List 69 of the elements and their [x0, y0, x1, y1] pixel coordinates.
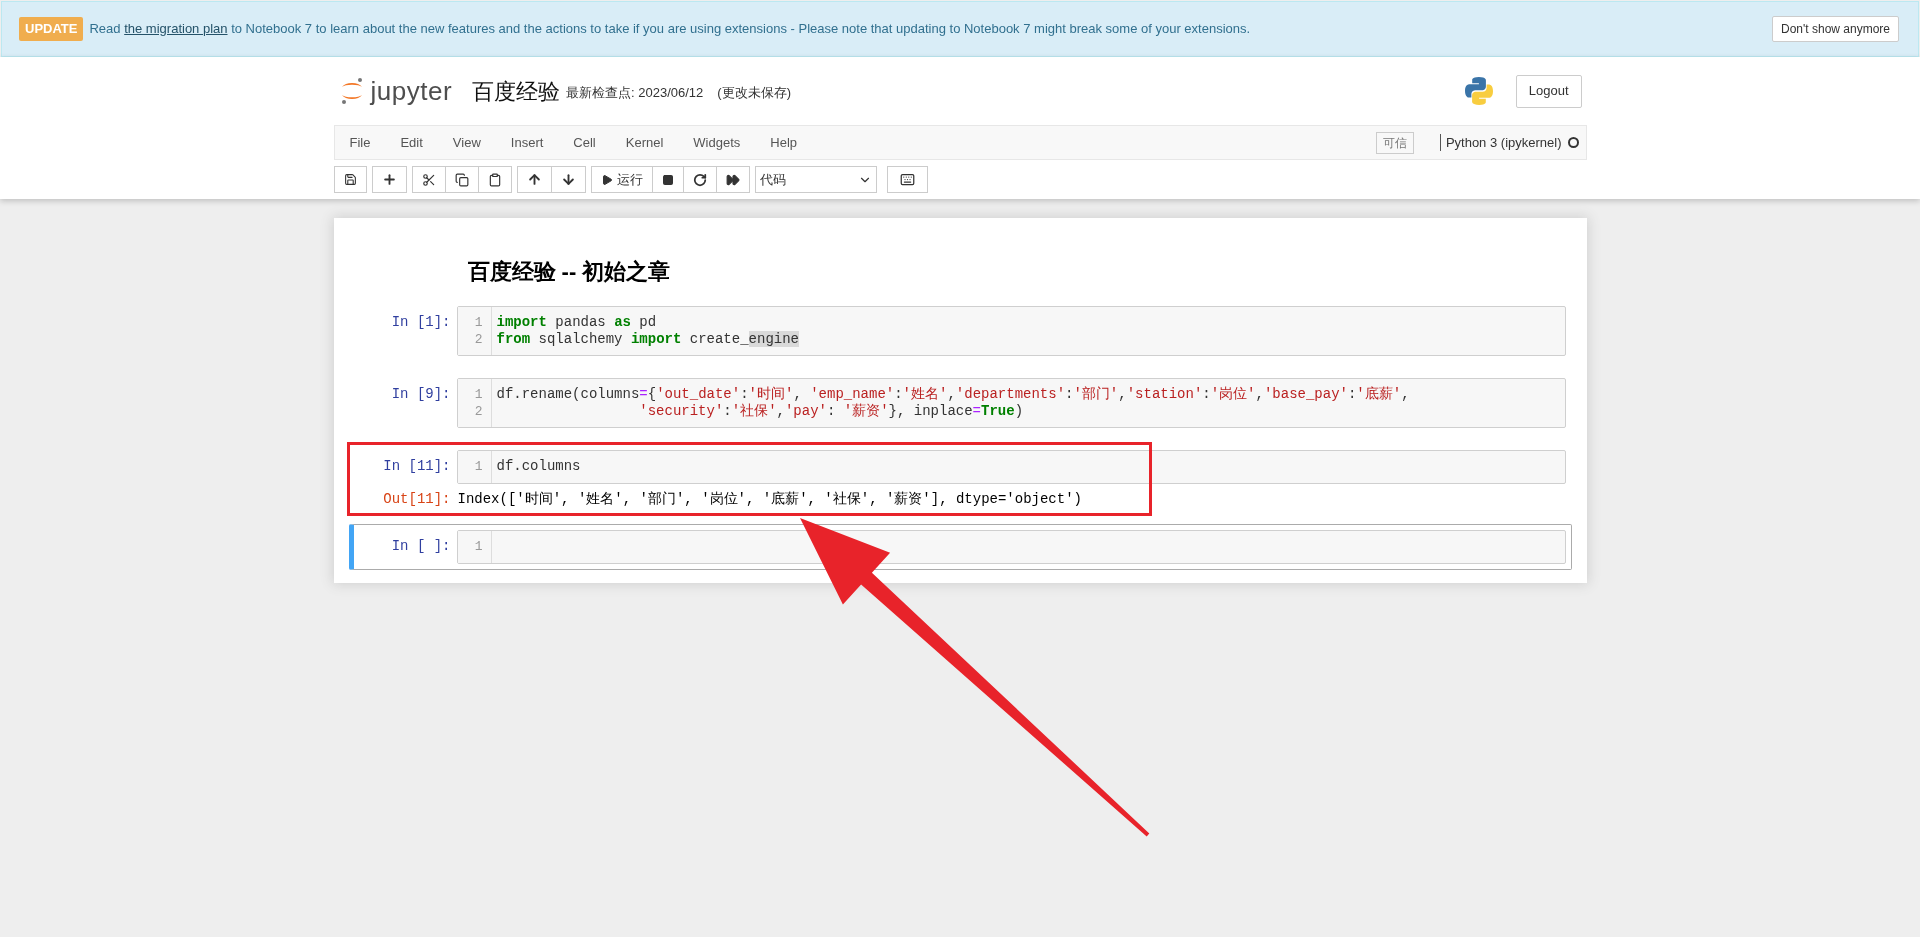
dismiss-button[interactable]: Don't show anymore: [1772, 16, 1899, 42]
menu-item[interactable]: Cell: [558, 126, 611, 159]
copy-button[interactable]: [444, 166, 479, 193]
menu-item[interactable]: Insert: [495, 126, 559, 159]
notebook-name[interactable]: 百度经验: [472, 74, 561, 108]
migration-link[interactable]: the migration plan: [124, 21, 228, 37]
input-prompt: In [ ]:: [390, 537, 452, 555]
keyboard-button[interactable]: [886, 166, 928, 193]
input-prompt: In [11]:: [382, 457, 452, 475]
input-prompt: In [9]:: [390, 385, 452, 403]
move-down-button[interactable]: [550, 166, 586, 193]
copy-icon: [454, 172, 469, 187]
line-number: 1: [473, 386, 484, 403]
kernel-name: Python 3 (ipykernel): [1439, 134, 1562, 151]
run-button[interactable]: 运行: [590, 166, 653, 193]
code-line: 'security':'社保','pay': '薪资'}, inplace=True): [639, 403, 1025, 420]
python-logo-icon: [1462, 75, 1495, 107]
run-all-button[interactable]: [715, 166, 750, 193]
save-icon: [343, 173, 357, 186]
line-number: 1: [473, 538, 484, 555]
menu-item[interactable]: Edit: [385, 126, 438, 159]
code-line: df.columns: [496, 458, 581, 475]
scissors-icon: [421, 172, 436, 187]
code-cell[interactable]: In [1]: 1 2 import pandas as pd from sqlalchemy import create_engine: [348, 300, 1572, 362]
play-icon: [600, 173, 613, 186]
save-status: (更改未保存): [717, 84, 791, 103]
menu-item[interactable]: File: [334, 126, 386, 159]
line-number: 1: [473, 314, 484, 331]
arrow-down-icon: [560, 172, 576, 187]
trusted-badge[interactable]: 可信: [1375, 131, 1414, 154]
cell-type-select[interactable]: 代码: [754, 166, 877, 193]
plus-icon: [381, 172, 397, 187]
code-line: from sqlalchemy import create_engine: [496, 331, 799, 348]
code-line: import pandas as pd: [496, 314, 658, 331]
update-message: Read the migration plan to Notebook 7 to learn about the new features and the actions to take if you are using extensions - Please note that updating to Notebook 7 might break some of your extensions.: [89, 20, 1251, 39]
notebook-title: 百度经验 -- 初始之章: [466, 258, 672, 286]
menu-item[interactable]: Widgets: [678, 126, 756, 159]
fast-forward-icon: [725, 172, 740, 187]
keyboard-icon: [899, 172, 915, 187]
restart-icon: [692, 172, 707, 187]
stop-button[interactable]: [651, 166, 684, 193]
code-cell[interactable]: In [9]: 1 2 df.rename(columns={'out_date':'时间', 'emp_name':'姓名','departments':'部门','station':'岗位','base_pay':'底薪', 'security':'社保','pay': '薪资'}, inplace=True): [348, 372, 1572, 434]
paste-button[interactable]: [477, 166, 512, 193]
code-line: df.rename(columns={'out_date':'时间', 'emp_name':'姓名','departments':'部门','station':'岗位','base_pay':'底薪',: [496, 386, 1410, 403]
line-number: 2: [473, 331, 484, 348]
code-cell[interactable]: In [ ]: 1: [348, 524, 1572, 570]
line-number: 2: [473, 403, 484, 420]
cut-button[interactable]: [411, 166, 446, 193]
update-badge: UPDATE: [19, 17, 84, 41]
code-input[interactable]: 1 df.columns: [456, 450, 1566, 484]
input-prompt: In [1]:: [390, 313, 452, 331]
menu-item[interactable]: Kernel: [610, 126, 679, 159]
line-number: 1: [473, 458, 484, 475]
move-up-button[interactable]: [516, 166, 552, 193]
menu-item[interactable]: View: [437, 126, 496, 159]
save-button[interactable]: [333, 166, 367, 193]
code-cell[interactable]: In [11]: 1 df.columns Out[11]: Index(['时间', '姓名', '部门', '岗位', '底薪', '社保', '薪资'], dtype='object'): [348, 444, 1572, 514]
logout-button[interactable]: Logout: [1515, 74, 1582, 108]
menu-item[interactable]: Help: [755, 126, 813, 159]
cell-output: Index(['时间', '姓名', '部门', '岗位', '底薪', '社保', '薪资'], dtype='object'): [456, 490, 1082, 508]
code-input[interactable]: 1 2 import pandas as pd from sqlalchemy import create_engine: [456, 306, 1566, 356]
stop-icon: [661, 173, 674, 186]
checkpoint-status: 最新检查点: 2023/06/12: [566, 84, 704, 103]
output-prompt: Out[11]:: [382, 490, 452, 508]
code-input[interactable]: 1 2 df.rename(columns={'out_date':'时间', 'emp_name':'姓名','departments':'部门','station':'岗位','base_pay':'底薪', 'security':'社保','pay': '薪资'}, inplace=True): [456, 378, 1566, 428]
restart-button[interactable]: [682, 166, 717, 193]
insert-cell-button[interactable]: [371, 166, 407, 193]
clipboard-icon: [487, 172, 502, 187]
jupyter-brand[interactable]: jupyter: [370, 71, 453, 111]
